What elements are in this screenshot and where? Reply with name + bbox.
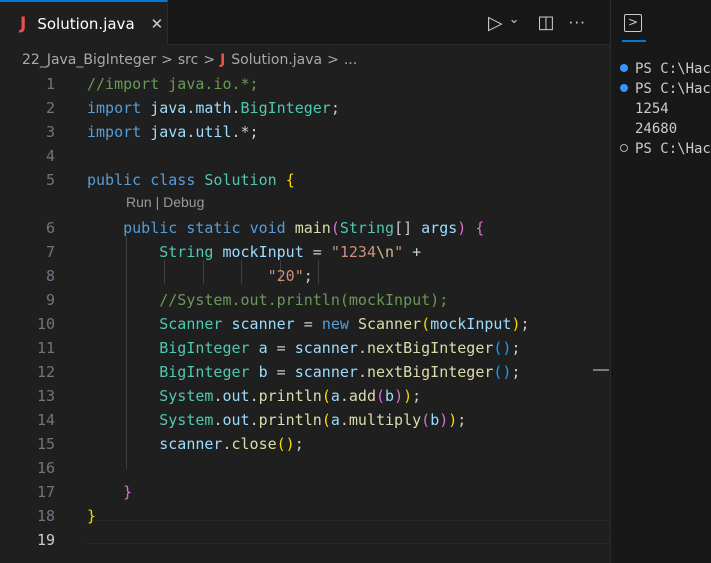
breadcrumb: 22_Java_BigInteger > src > J Solution.ja… bbox=[0, 45, 610, 75]
codelens-run-debug[interactable]: Run | Debug bbox=[126, 194, 204, 210]
line-number: 15 bbox=[36, 435, 55, 453]
code-line: } bbox=[87, 507, 97, 525]
code-line: Scanner scanner = new Scanner(mockInput)… bbox=[159, 315, 530, 333]
tab-bar: J Solution.java ✕ ▷ ⌄ ◫ ··· bbox=[0, 0, 610, 45]
active-tab-indicator bbox=[622, 40, 646, 42]
code-line: BigInteger a = scanner.nextBigInteger(); bbox=[159, 339, 521, 357]
tab-solution-java[interactable]: J Solution.java ✕ bbox=[0, 0, 168, 45]
line-number: 4 bbox=[45, 147, 55, 165]
terminal-header: > bbox=[611, 0, 711, 45]
run-icon[interactable]: ▷ bbox=[488, 12, 503, 34]
line-number: 18 bbox=[36, 507, 55, 525]
line-number: 5 bbox=[45, 171, 55, 189]
tab-title: Solution.java bbox=[37, 14, 135, 33]
run-dropdown-icon[interactable]: ⌄ bbox=[509, 12, 520, 27]
chevron-right-icon: > bbox=[161, 52, 173, 68]
code-line: System.out.println(a.add(b)); bbox=[159, 387, 422, 405]
chevron-right-icon: > bbox=[203, 52, 216, 68]
line-number: 16 bbox=[36, 459, 55, 477]
java-file-icon: J bbox=[20, 13, 27, 34]
line-number: 10 bbox=[36, 315, 55, 333]
code-line: scanner.close(); bbox=[159, 435, 304, 453]
line-number: 7 bbox=[45, 243, 55, 261]
code-line: public static void main(String[] args) { bbox=[123, 219, 485, 237]
line-number: 1 bbox=[45, 75, 55, 93]
terminal-icon[interactable]: > bbox=[624, 14, 642, 32]
line-number: 19 bbox=[36, 531, 55, 549]
line-number: 6 bbox=[45, 219, 55, 237]
command-success-icon[interactable] bbox=[620, 84, 628, 92]
split-editor-icon[interactable]: ◫ bbox=[538, 12, 555, 33]
code-line: String mockInput = "1234\n" + bbox=[159, 243, 422, 261]
breadcrumb-src[interactable]: src bbox=[178, 52, 198, 68]
command-pending-icon[interactable] bbox=[620, 144, 628, 152]
java-file-icon: J bbox=[220, 52, 226, 68]
line-number: 8 bbox=[45, 267, 55, 285]
line-number: 9 bbox=[45, 291, 55, 309]
editor-pane: J Solution.java ✕ ▷ ⌄ ◫ ··· 22_Java_BigI… bbox=[0, 0, 610, 563]
breadcrumb-file[interactable]: Solution.java bbox=[231, 52, 322, 68]
line-number: 17 bbox=[36, 483, 55, 501]
terminal-line: PS C:\Hac bbox=[620, 59, 711, 79]
terminal-line: PS C:\Hac bbox=[620, 79, 711, 99]
close-icon[interactable]: ✕ bbox=[151, 15, 164, 33]
terminal-panel[interactable]: > PS C:\Hac PS C:\Hac 1254 24680 PS C:\H… bbox=[611, 0, 711, 563]
code-line: BigInteger b = scanner.nextBigInteger(); bbox=[159, 363, 521, 381]
line-number: 12 bbox=[36, 363, 55, 381]
more-actions-icon[interactable]: ··· bbox=[569, 14, 586, 32]
line-number: 14 bbox=[36, 411, 55, 429]
line-number: 11 bbox=[36, 339, 55, 357]
code-line: //System.out.println(mockInput); bbox=[159, 291, 449, 309]
code-line: "20"; bbox=[267, 267, 313, 285]
run-controls: ▷ ⌄ ◫ ··· bbox=[488, 0, 586, 45]
code-line: public class Solution { bbox=[87, 171, 295, 189]
terminal-output: 24680 bbox=[635, 121, 678, 137]
command-success-icon[interactable] bbox=[620, 64, 628, 72]
line-number: 13 bbox=[36, 387, 55, 405]
terminal-line: PS C:\Hac bbox=[620, 139, 711, 159]
code-line: System.out.println(a.multiply(b)); bbox=[159, 411, 467, 429]
line-number: 2 bbox=[45, 99, 55, 117]
chevron-right-icon: > bbox=[327, 52, 339, 68]
breadcrumb-symbol[interactable]: ... bbox=[344, 52, 357, 68]
code-line: } bbox=[123, 483, 133, 501]
code-line: import java.math.BigInteger; bbox=[87, 99, 340, 117]
scrollbar-marker[interactable] bbox=[593, 369, 609, 371]
line-number: 3 bbox=[45, 123, 55, 141]
terminal-output: 1254 bbox=[635, 101, 669, 117]
code-line: //import java.io.*; bbox=[87, 75, 259, 93]
code-line: import java.util.*; bbox=[87, 123, 259, 141]
breadcrumb-folder[interactable]: 22_Java_BigInteger bbox=[22, 52, 156, 68]
